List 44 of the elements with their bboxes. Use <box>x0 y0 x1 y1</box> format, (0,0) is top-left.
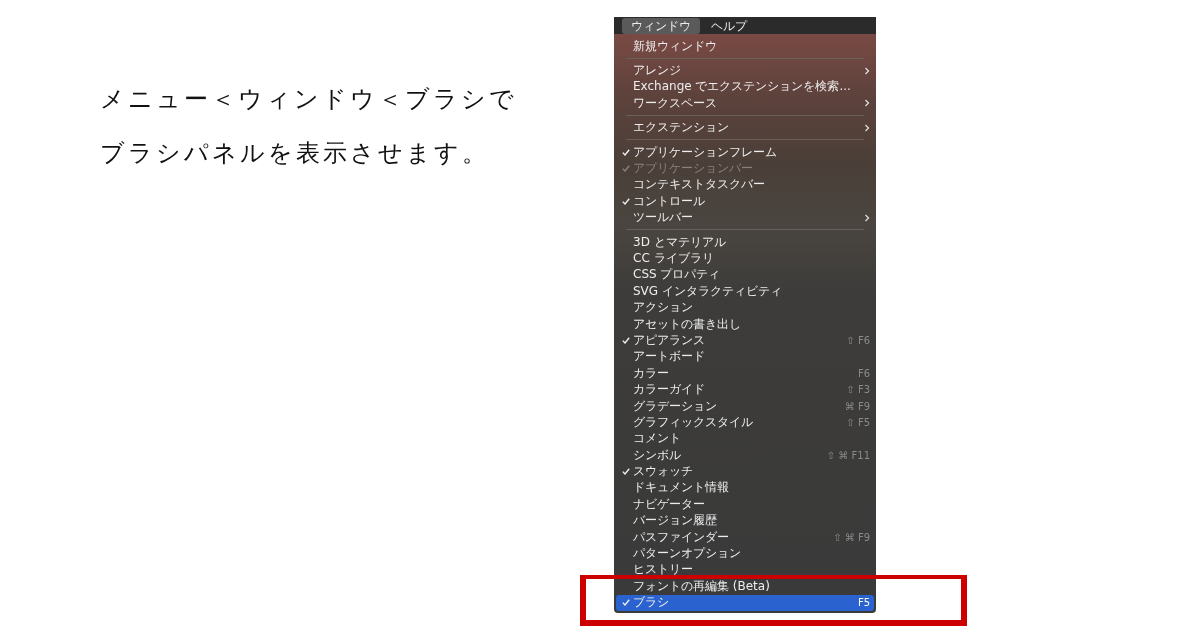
shortcut-text: ⌘ F9 <box>844 400 870 412</box>
menu-item[interactable]: アピアランス ⇧ F6 <box>616 332 874 349</box>
menu-item[interactable]: エクステンション <box>616 119 874 136</box>
menu-item[interactable]: アレンジ <box>616 62 874 79</box>
menu-item[interactable]: フォントの再編集 (Beta) <box>616 578 874 595</box>
shortcut-text: ⇧ F3 <box>846 384 870 396</box>
menu-item[interactable]: カラーガイド ⇧ F3 <box>616 381 874 398</box>
menu-item[interactable]: パスファインダー ⇧ ⌘ F9 <box>616 528 874 546</box>
menu-item[interactable]: グラデーション ⌘ F9 <box>616 397 874 415</box>
shortcut-text: ⇧ F5 <box>846 416 870 428</box>
menu-item[interactable]: コメント <box>616 430 874 447</box>
menu-bar-item[interactable]: ウィンドウ <box>622 17 700 34</box>
shortcut-text: ⇧ F6 <box>846 334 870 346</box>
shortcut-text: F5 <box>857 597 870 609</box>
menu-item[interactable]: ワークスペース <box>616 95 874 112</box>
menu-item[interactable]: スウォッチ <box>616 463 874 480</box>
menu-item[interactable]: アセットの書き出し <box>616 315 874 333</box>
menu-bar-item[interactable]: ヘルプ <box>702 17 756 34</box>
menu-item[interactable]: コンテキストタスクバー <box>616 176 874 194</box>
shortcut-text: ⇧ ⌘ F9 <box>833 531 870 543</box>
menu-item[interactable]: アートボード <box>616 348 874 366</box>
instruction-text: メニュー＜ウィンドウ＜ブラシで <box>100 84 518 114</box>
menu-item[interactable]: ナビゲーター <box>616 496 874 513</box>
menu-item[interactable]: ブラシ F5 <box>616 594 874 611</box>
menu-item[interactable]: ヒストリー <box>616 561 874 579</box>
instruction-text: ブラシパネルを表示させます。 <box>100 138 490 168</box>
menu-item[interactable]: 3D とマテリアル <box>616 233 874 251</box>
menu-item[interactable]: Exchange でエクステンションを検索... <box>616 78 874 96</box>
shortcut-text: F6 <box>857 367 870 379</box>
menu-item[interactable]: パターンオプション <box>616 545 874 562</box>
menu-item[interactable]: アクション <box>616 299 874 316</box>
menu-item[interactable]: CC ライブラリ <box>616 250 874 267</box>
menu-item[interactable]: 新規ウィンドウ <box>616 38 874 55</box>
shortcut-text: ⇧ ⌘ F11 <box>826 449 870 461</box>
menu-item[interactable]: CSS プロパティ <box>616 266 874 284</box>
menu-item[interactable]: ドキュメント情報 <box>616 479 874 497</box>
menu-item[interactable]: アプリケーションフレーム <box>616 143 874 161</box>
menu-item[interactable]: バージョン履歴 <box>616 512 874 529</box>
menu-item[interactable]: コントロール <box>616 193 874 210</box>
menu-item[interactable]: SVG インタラクティビティ <box>616 283 874 300</box>
menu-item[interactable]: カラー F6 <box>616 365 874 382</box>
menu-item[interactable]: シンボル ⇧ ⌘ F11 <box>616 447 874 464</box>
menu-item[interactable]: グラフィックスタイル ⇧ F5 <box>616 414 874 431</box>
menu-item[interactable]: ツールバー <box>616 209 874 226</box>
